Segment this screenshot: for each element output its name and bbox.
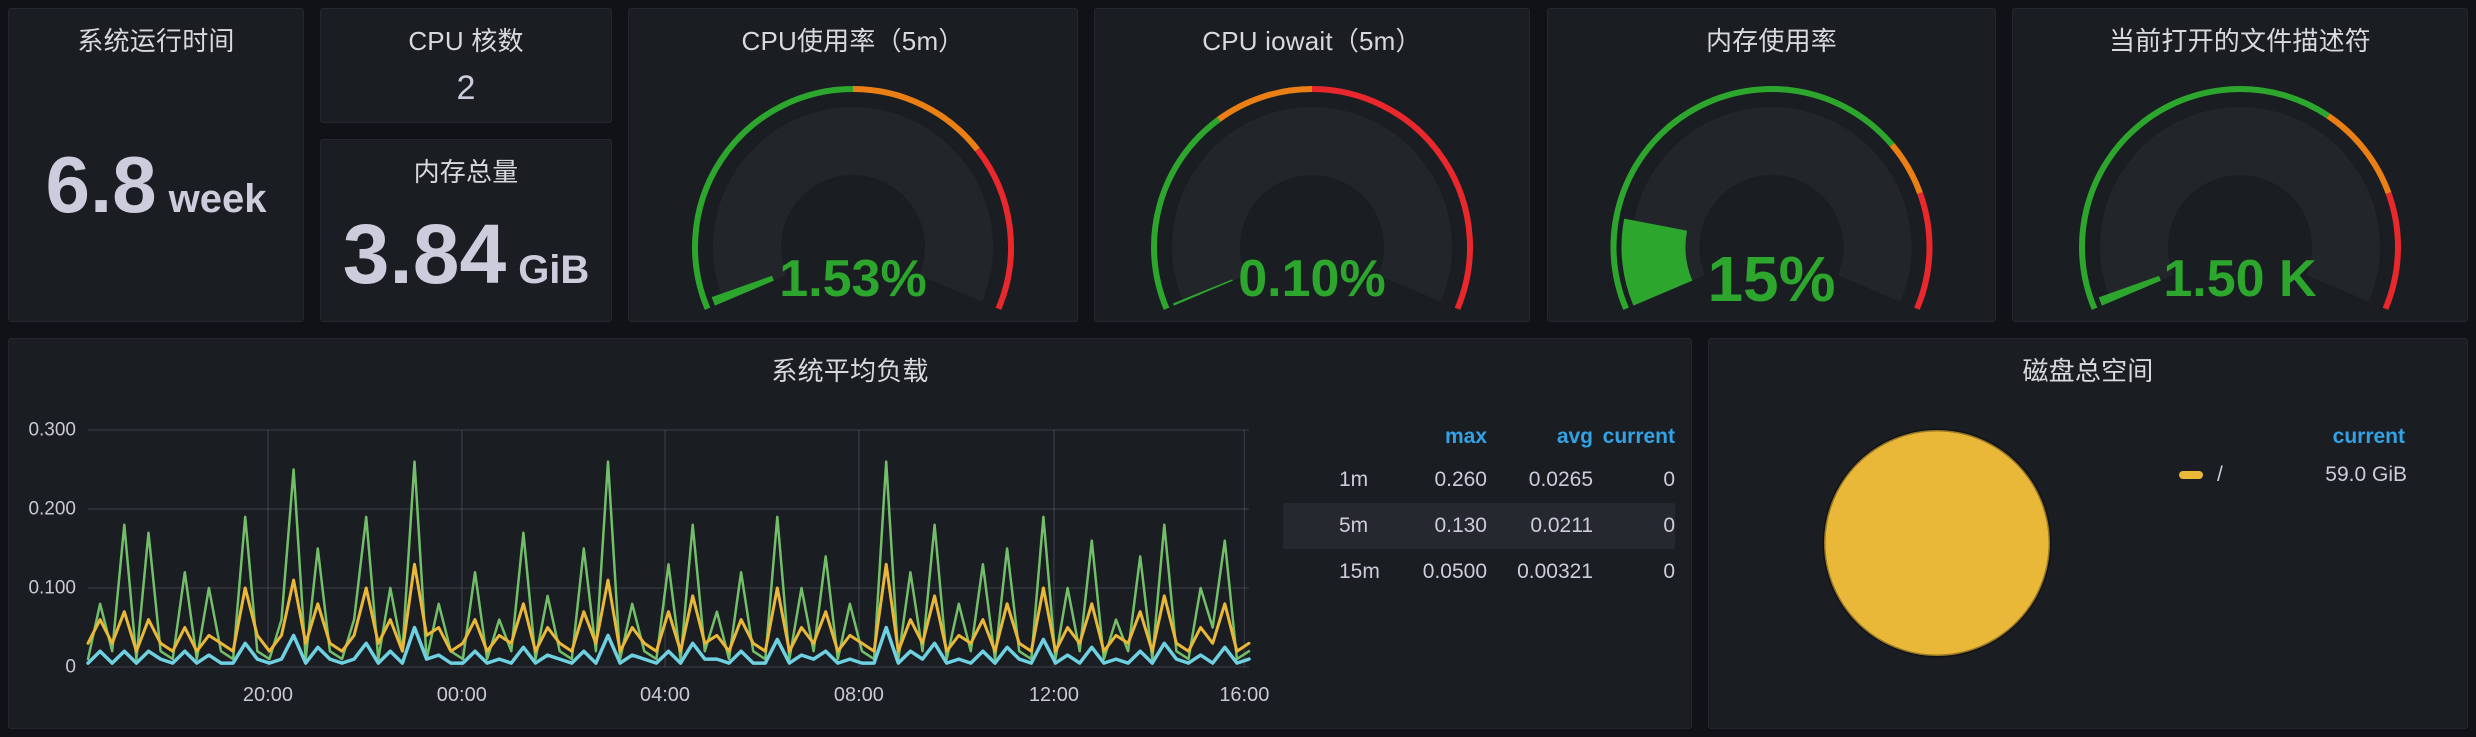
legend-avg-15m: 0.00321 — [1517, 560, 1593, 583]
panel-cpu-iowait-gauge: CPU iowait（5m） 0.10% — [1094, 8, 1530, 322]
panel-open-fds-gauge: 当前打开的文件描述符 1.50 K — [2012, 8, 2468, 322]
gauge-value-text: 15% — [1707, 243, 1835, 315]
load-average-legend: max avg current 1m 0.260 0.0265 0 5m 0.130 0.0211… — [1283, 417, 1675, 595]
series-label-5m[interactable]: 5m — [1339, 514, 1397, 538]
legend-sort-avg[interactable]: avg — [1487, 425, 1593, 449]
y-axis-tick-label: 0.300 — [28, 420, 76, 441]
legend-avg-1m: 0.0265 — [1528, 468, 1593, 491]
gauge-value-arc — [1621, 218, 1693, 306]
gauge-value-text: 1.50 K — [2163, 250, 2317, 308]
legend-row-5m: 5m 0.130 0.0211 0 — [1283, 503, 1675, 549]
pie-legend-row: / 59.0 GiB — [2179, 463, 2407, 487]
disk-space-pie — [1709, 339, 2467, 728]
uptime-value: 6.8 — [45, 140, 157, 229]
legend-avg-5m: 0.0211 — [1530, 514, 1593, 537]
panel-title-mem-total[interactable]: 内存总量 — [321, 152, 611, 189]
x-axis-tick-label: 04:00 — [640, 684, 690, 706]
grafana-dashboard: 系统运行时间 6.8 week CPU 核数 2 内存总量 3.84 GiB C… — [0, 0, 2476, 737]
uptime-unit: week — [168, 177, 267, 221]
pie-series-swatch — [2179, 471, 2203, 479]
panel-title-uptime[interactable]: 系统运行时间 — [9, 21, 303, 58]
panel-mem-usage-gauge: 内存使用率 15% — [1547, 8, 1996, 322]
panel-load-average: 系统平均负载 0 0.100 0.200 0.300 20:00 00:00 04:00 08… — [8, 338, 1692, 729]
cpu-cores-value: 2 — [456, 69, 476, 107]
panel-title-cpu-cores[interactable]: CPU 核数 — [321, 21, 611, 58]
open-fds-gauge: 1.50 K — [2013, 43, 2467, 321]
cpu-cores-stat: 2 — [321, 71, 611, 105]
x-axis-tick-label: 16:00 — [1219, 684, 1269, 706]
mem-total-value: 3.84 — [342, 207, 507, 301]
legend-max-1m: 0.260 — [1434, 468, 1487, 491]
series-label-15m[interactable]: 15m — [1339, 560, 1397, 584]
legend-row-1m: 1m 0.260 0.0265 0 — [1283, 457, 1675, 503]
pie-legend-header-current[interactable]: current — [2333, 425, 2405, 449]
y-axis-tick-label: 0.200 — [28, 499, 76, 520]
cpu-usage-gauge: 1.53% — [629, 43, 1077, 321]
gauge-threshold-red — [1914, 192, 1933, 310]
x-axis-tick-label: 12:00 — [1029, 684, 1079, 706]
legend-header-row: max avg current — [1283, 417, 1675, 457]
legend-max-15m: 0.0500 — [1422, 560, 1487, 583]
legend-sort-current[interactable]: current — [1593, 425, 1675, 449]
panel-cpu-usage-gauge: CPU使用率（5m） 1.53% — [628, 8, 1078, 322]
panel-cpu-cores: CPU 核数 2 — [320, 8, 612, 123]
cpu-iowait-gauge: 0.10% — [1095, 43, 1529, 321]
pie-series-label[interactable]: / — [2217, 463, 2223, 487]
gauge-threshold-red — [2382, 192, 2401, 310]
pie-slice-root[interactable] — [1822, 428, 2052, 658]
x-axis-tick-label: 00:00 — [437, 684, 487, 706]
mem-total-unit: GiB — [518, 248, 590, 292]
x-axis-tick-label: 20:00 — [243, 684, 293, 706]
pie-series-value: 59.0 GiB — [2325, 463, 2407, 486]
panel-mem-total: 内存总量 3.84 GiB — [320, 139, 612, 322]
panel-disk-space: 磁盘总空间 current / 59.0 GiB — [1708, 338, 2468, 729]
mem-usage-gauge: 15% — [1548, 43, 1995, 321]
legend-row-15m: 15m 0.0500 0.00321 0 — [1283, 549, 1675, 595]
uptime-stat: 6.8 week — [9, 145, 303, 225]
legend-current-5m: 0 — [1663, 514, 1675, 537]
legend-max-5m: 0.130 — [1434, 514, 1487, 537]
y-axis-tick-label: 0.100 — [28, 578, 76, 599]
legend-current-1m: 0 — [1663, 468, 1675, 491]
y-axis-tick-label: 0 — [65, 657, 76, 678]
legend-current-15m: 0 — [1663, 560, 1675, 583]
mem-total-stat: 3.84 GiB — [321, 212, 611, 296]
legend-sort-max[interactable]: max — [1397, 425, 1487, 449]
x-axis-tick-label: 08:00 — [834, 684, 884, 706]
series-label-1m[interactable]: 1m — [1339, 468, 1397, 492]
gauge-value-text: 0.10% — [1238, 250, 1385, 308]
gauge-value-text: 1.53% — [779, 250, 926, 308]
panel-uptime: 系统运行时间 6.8 week — [8, 8, 304, 322]
